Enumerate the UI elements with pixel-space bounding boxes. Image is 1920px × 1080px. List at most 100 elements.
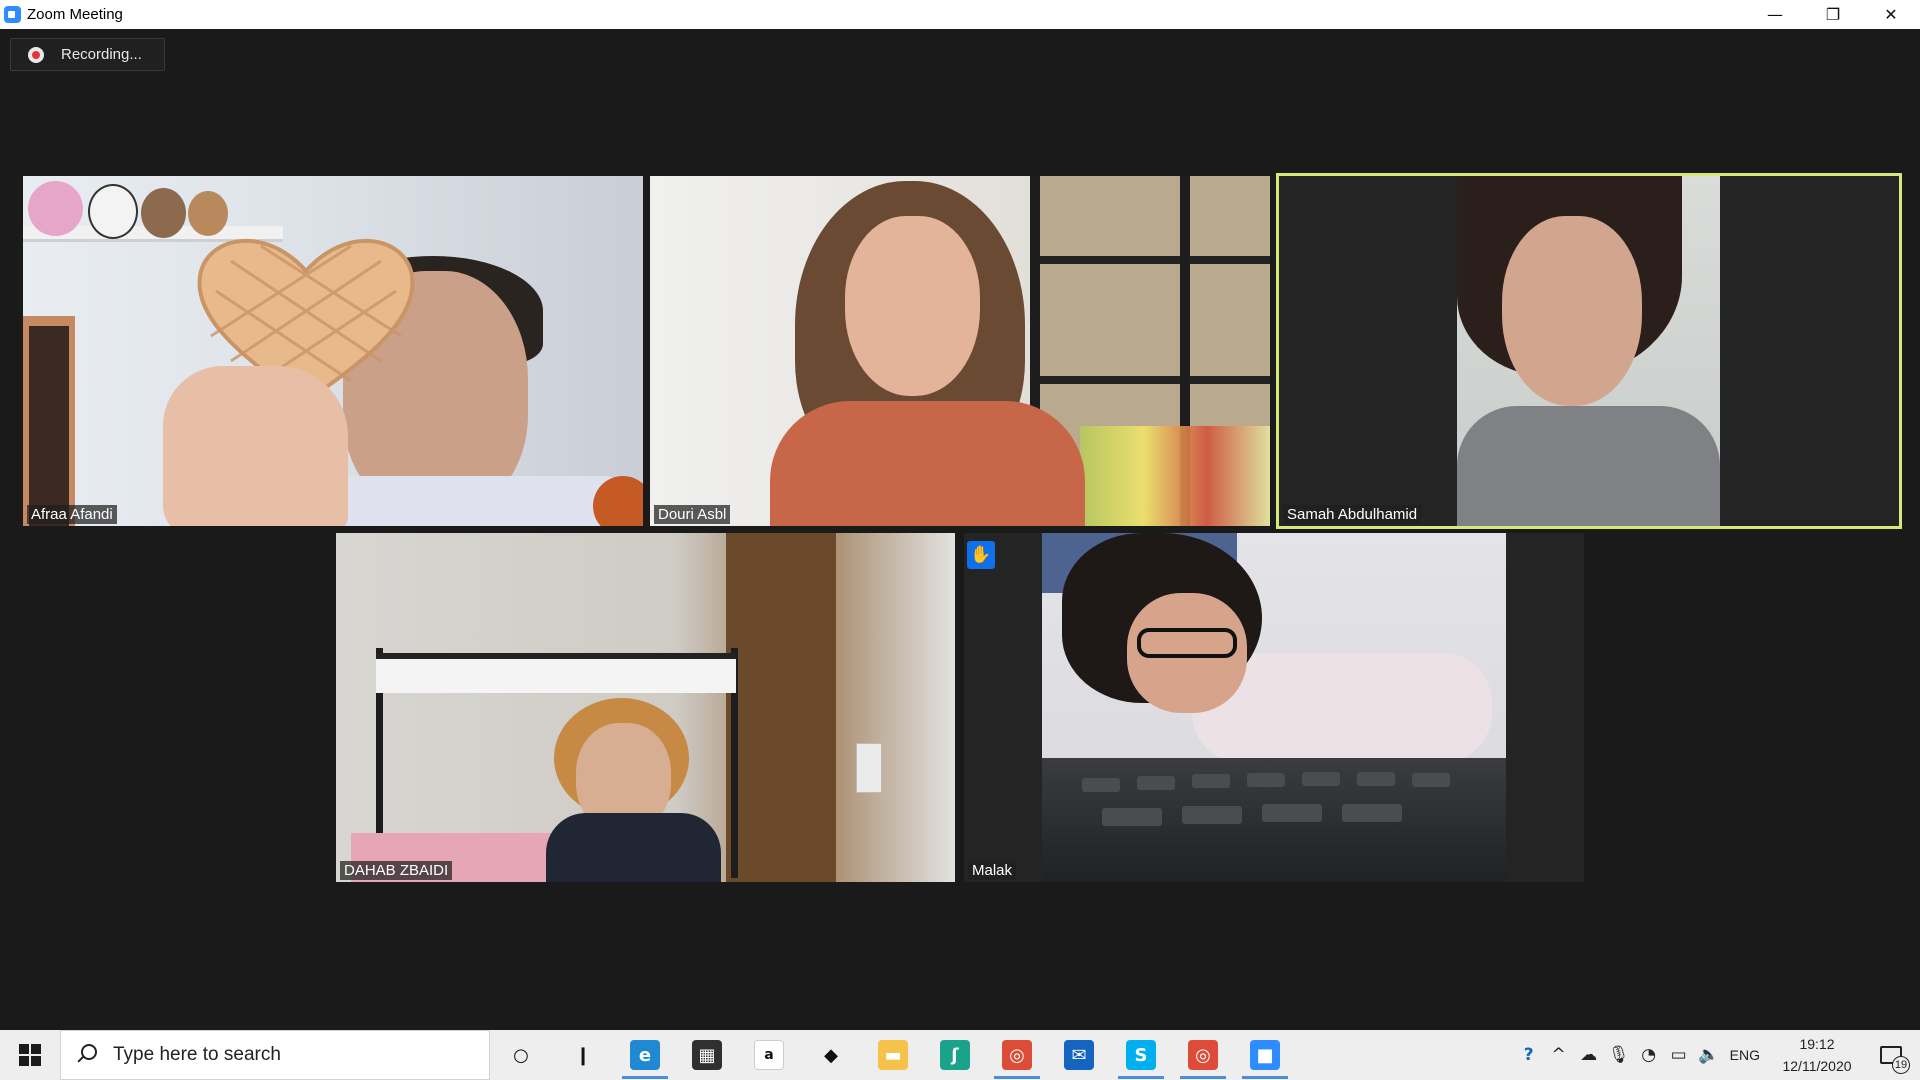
dropbox-icon: ◆ xyxy=(816,1040,846,1070)
face xyxy=(1502,216,1642,406)
cortana-taskbar-button[interactable]: ○ xyxy=(490,1030,552,1080)
doorway xyxy=(29,326,69,526)
plush-toy xyxy=(188,191,228,236)
window-title-bar: Zoom Meeting — ❐ ✕ xyxy=(0,0,1920,29)
participant-name: Malak xyxy=(968,861,1017,880)
task-view-taskbar-button[interactable]: ❙ xyxy=(552,1030,614,1080)
edge-icon: e xyxy=(630,1040,660,1070)
close-button[interactable]: ✕ xyxy=(1862,0,1920,29)
window-controls: — ❐ ✕ xyxy=(1746,0,1920,29)
video-tile-samah-abdulhamid[interactable]: Samah Abdulhamid xyxy=(1276,173,1902,529)
participant-name: DAHAB ZBAIDI xyxy=(340,861,453,880)
keyboard-key xyxy=(1137,776,1175,790)
video-feed xyxy=(650,176,1270,526)
zoom-taskbar-button[interactable]: ■ xyxy=(1234,1030,1296,1080)
plush-toy xyxy=(28,181,83,236)
cortana-icon: ○ xyxy=(506,1040,536,1070)
video-tile-afraa-afandi[interactable]: Afraa Afandi xyxy=(23,176,643,526)
mail-icon: ✉ xyxy=(1064,1040,1094,1070)
onedrive-cloud-icon[interactable]: ☁ xyxy=(1574,1030,1604,1080)
help-icon[interactable]: ? xyxy=(1514,1030,1544,1080)
chrome-icon: ◎ xyxy=(1002,1040,1032,1070)
battery-icon[interactable]: ▭ xyxy=(1664,1030,1694,1080)
clock[interactable]: 19:12 12/11/2020 xyxy=(1772,1033,1862,1077)
show-hidden-icons-chevron-icon[interactable]: ^ xyxy=(1544,1030,1574,1080)
keyboard-key xyxy=(1412,773,1450,787)
zoom-icon: ■ xyxy=(1250,1040,1280,1070)
clock-time: 19:12 xyxy=(1799,1036,1835,1052)
window-title: Zoom Meeting xyxy=(27,6,123,23)
store-taskbar-button[interactable]: ▦ xyxy=(676,1030,738,1080)
shelf-bar xyxy=(1030,376,1270,384)
minimize-button[interactable]: — xyxy=(1746,0,1804,29)
keyboard-key xyxy=(1262,804,1322,822)
shirt xyxy=(303,476,643,526)
keyboard-key xyxy=(1182,806,1242,824)
notification-count: 19 xyxy=(1892,1056,1910,1074)
sweater xyxy=(770,401,1085,526)
skype-taskbar-button[interactable]: S xyxy=(1110,1030,1172,1080)
file-explorer-icon: ▬ xyxy=(878,1040,908,1070)
video-feed xyxy=(1457,176,1720,526)
search-icon xyxy=(75,1044,97,1066)
raised-hand-icon: ✋ xyxy=(967,541,995,569)
windows-logo-icon xyxy=(19,1044,41,1066)
video-tile-malak[interactable]: ✋ Malak xyxy=(964,533,1584,882)
keyboard-key xyxy=(1102,808,1162,826)
store-icon: ▦ xyxy=(692,1040,722,1070)
video-feed xyxy=(1042,533,1506,882)
plush-toy xyxy=(141,188,186,238)
video-feed xyxy=(336,533,955,882)
keyboard-key xyxy=(1192,774,1230,788)
zoom-app-icon xyxy=(4,6,21,23)
input-language[interactable]: ENG xyxy=(1730,1047,1760,1063)
keyboard-key xyxy=(1082,778,1120,792)
recording-label: Recording... xyxy=(61,46,142,63)
chrome-profile-icon: ◎ xyxy=(1188,1040,1218,1070)
participant-name: Samah Abdulhamid xyxy=(1283,505,1422,524)
action-center-button[interactable]: 19 xyxy=(1862,1030,1920,1080)
keyboard-key xyxy=(1357,772,1395,786)
volume-icon[interactable]: 🔈 xyxy=(1694,1030,1724,1080)
recording-dot-icon xyxy=(28,46,44,63)
video-tile-douri-asbl[interactable]: Douri Asbl xyxy=(650,176,1270,526)
keyboard-key xyxy=(1302,772,1340,786)
clock-date: 12/11/2020 xyxy=(1782,1058,1852,1074)
amazon-taskbar-button[interactable]: a xyxy=(738,1030,800,1080)
skype-icon: S xyxy=(1126,1040,1156,1070)
door xyxy=(726,533,836,882)
plush-toy xyxy=(88,184,138,239)
windows-taskbar: Type here to search ○ ❙ e ▦ a ◆ ▬ ʃ ◎ ✉ S ◎ ■ ? ^ ☁ … xyxy=(0,1030,1920,1080)
microphone-icon[interactable]: 🎙 xyxy=(1604,1030,1634,1080)
taskbar-search-box[interactable]: Type here to search xyxy=(60,1030,490,1080)
shirt xyxy=(546,813,721,882)
file-explorer-taskbar-button[interactable]: ▬ xyxy=(862,1030,924,1080)
shirt xyxy=(1457,406,1720,526)
system-tray: ? ^ ☁ 🎙 ◔ ▭ 🔈 ENG 19:12 12/11/2020 19 xyxy=(1514,1030,1920,1080)
face xyxy=(845,216,980,396)
recording-indicator[interactable]: Recording... xyxy=(10,38,165,71)
video-feed xyxy=(23,176,643,526)
chrome-profile-taskbar-button[interactable]: ◎ xyxy=(1172,1030,1234,1080)
bunk-bed-top xyxy=(376,653,736,693)
keyboard xyxy=(1042,758,1506,882)
mail-taskbar-button[interactable]: ✉ xyxy=(1048,1030,1110,1080)
edge-taskbar-button[interactable]: e xyxy=(614,1030,676,1080)
chrome-taskbar-button[interactable]: ◎ xyxy=(986,1030,1048,1080)
keyboard-key xyxy=(1247,773,1285,787)
toys xyxy=(1080,426,1270,526)
amazon-icon: a xyxy=(754,1040,784,1070)
taskbar-apps: ○ ❙ e ▦ a ◆ ▬ ʃ ◎ ✉ S ◎ ■ xyxy=(490,1030,1296,1080)
start-button[interactable] xyxy=(0,1030,60,1080)
sway-taskbar-button[interactable]: ʃ xyxy=(924,1030,986,1080)
hand xyxy=(163,366,348,526)
shelf-bar xyxy=(1030,256,1270,264)
participant-name: Douri Asbl xyxy=(654,505,731,524)
video-tile-dahab-zbaidi[interactable]: DAHAB ZBAIDI xyxy=(336,533,955,882)
wifi-icon[interactable]: ◔ xyxy=(1634,1030,1664,1080)
dropbox-taskbar-button[interactable]: ◆ xyxy=(800,1030,862,1080)
participant-name: Afraa Afandi xyxy=(27,505,117,524)
keyboard-key xyxy=(1342,804,1402,822)
sway-icon: ʃ xyxy=(940,1040,970,1070)
restore-button[interactable]: ❐ xyxy=(1804,0,1862,29)
